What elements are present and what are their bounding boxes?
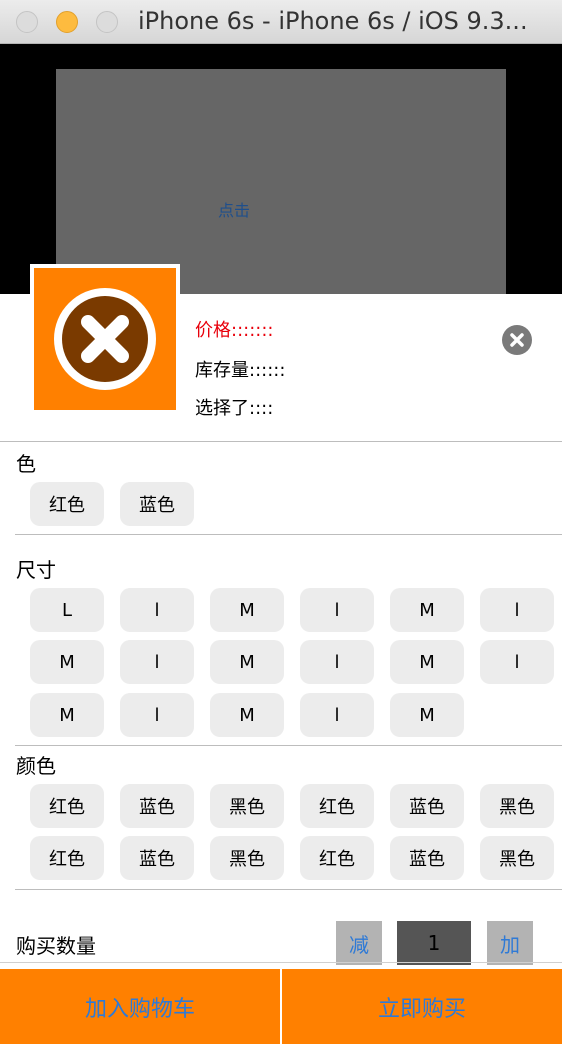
simulator-screen: 点击 价格::::::: 库存量:::::: 选择了:::: 色 红色 蓝色 尺… <box>0 44 562 1044</box>
option-chip[interactable]: M <box>210 588 284 632</box>
option-chip[interactable]: 蓝色 <box>390 784 464 828</box>
section-title-size: 尺寸 <box>16 558 56 582</box>
option-chip[interactable]: l <box>480 640 554 684</box>
option-chip[interactable]: M <box>390 588 464 632</box>
divider <box>0 962 562 963</box>
option-chip[interactable]: 黑色 <box>480 784 554 828</box>
buy-now-button[interactable]: 立即购买 <box>282 969 562 1044</box>
quantity-value[interactable]: 1 <box>397 921 471 965</box>
divider <box>15 745 562 746</box>
section-title-color: 色 <box>16 452 36 476</box>
top-view <box>56 69 506 295</box>
window-maximize-button[interactable] <box>96 11 118 33</box>
x-circle-icon <box>54 288 156 390</box>
option-chip[interactable]: M <box>30 693 104 737</box>
close-icon[interactable] <box>502 325 532 355</box>
option-chip[interactable]: 蓝色 <box>390 836 464 880</box>
divider <box>0 441 562 442</box>
section-title-color2: 颜色 <box>16 754 56 778</box>
option-chip[interactable]: l <box>120 588 194 632</box>
window-close-button[interactable] <box>16 11 38 33</box>
option-chip[interactable]: 红色 <box>30 482 104 526</box>
option-chip[interactable]: l <box>120 640 194 684</box>
option-chip[interactable]: l <box>480 588 554 632</box>
option-chip[interactable]: M <box>210 640 284 684</box>
option-chip[interactable]: L <box>30 588 104 632</box>
quantity-increase-button[interactable]: 加 <box>487 921 533 965</box>
option-chip[interactable]: 蓝色 <box>120 784 194 828</box>
window-minimize-button[interactable] <box>56 11 78 33</box>
window-titlebar: iPhone 6s - iPhone 6s / iOS 9.3... <box>0 0 562 44</box>
option-chip[interactable]: 红色 <box>300 836 374 880</box>
tap-link[interactable]: 点击 <box>218 197 250 221</box>
window-title: iPhone 6s - iPhone 6s / iOS 9.3... <box>138 7 528 35</box>
option-chip[interactable]: 蓝色 <box>120 836 194 880</box>
add-to-cart-button[interactable]: 加入购物车 <box>0 969 280 1044</box>
option-chip[interactable]: 红色 <box>30 836 104 880</box>
option-chip[interactable]: M <box>390 640 464 684</box>
option-chip[interactable]: 黑色 <box>210 836 284 880</box>
divider <box>15 889 562 890</box>
option-chip[interactable]: M <box>30 640 104 684</box>
product-stock: 库存量:::::: <box>195 360 286 381</box>
quantity-decrease-button[interactable]: 减 <box>336 921 382 965</box>
option-chip[interactable]: M <box>390 693 464 737</box>
option-chip[interactable]: 黑色 <box>480 836 554 880</box>
option-chip[interactable]: 红色 <box>300 784 374 828</box>
option-chip[interactable]: 红色 <box>30 784 104 828</box>
option-chip[interactable]: 蓝色 <box>120 482 194 526</box>
option-chip[interactable]: 黑色 <box>210 784 284 828</box>
option-chip[interactable]: l <box>300 640 374 684</box>
thumbnail-background <box>34 268 176 410</box>
option-chip[interactable]: l <box>300 588 374 632</box>
option-chip[interactable]: l <box>120 693 194 737</box>
product-thumbnail <box>30 264 180 414</box>
divider <box>15 534 562 535</box>
product-selected: 选择了:::: <box>195 398 274 419</box>
product-price: 价格::::::: <box>195 320 274 341</box>
quantity-label: 购买数量 <box>16 934 96 958</box>
option-chip[interactable]: l <box>300 693 374 737</box>
option-chip[interactable]: M <box>210 693 284 737</box>
